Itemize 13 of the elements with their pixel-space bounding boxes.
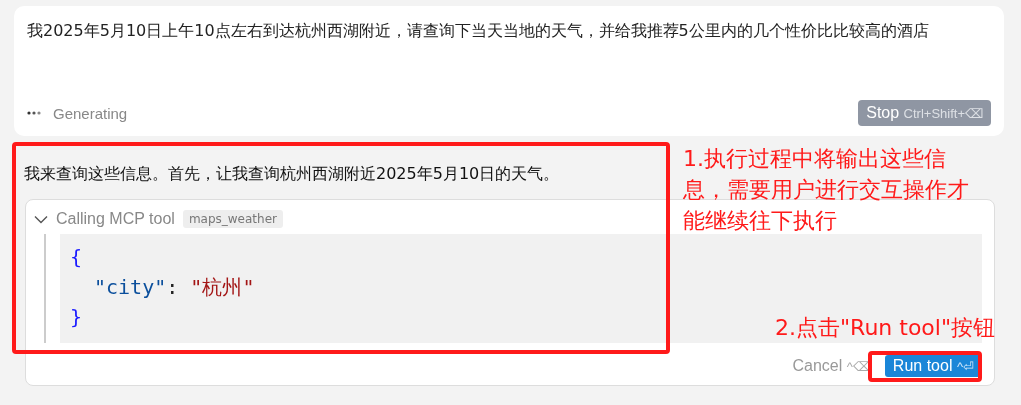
response-text: 我来查询这些信息。首先，让我查询杭州西湖附近2025年5月10日的天气。	[24, 164, 560, 185]
prompt-text: 我2025年5月10日上午10点左右到达杭州西湖附近，请查询下当天当地的天气，并给我推荐5公里内的几个性价比比较高的酒店	[27, 20, 930, 42]
code-line: }	[70, 304, 83, 331]
generating-status: Generating	[53, 104, 128, 122]
stop-button[interactable]: Stop Ctrl+Shift+⌫	[858, 100, 991, 126]
loading-dots-icon	[27, 110, 41, 116]
code-line: {	[70, 244, 83, 271]
code-line: "city": "杭州"	[93, 274, 255, 301]
tool-name-tag: maps_weather	[182, 210, 283, 228]
annotation-text: 2.点击"Run tool"按钮	[775, 314, 996, 342]
tool-call-title: Calling MCP tool	[56, 210, 175, 228]
chevron-icon[interactable]	[34, 214, 48, 224]
annotation-text: 1.执行过程中将输出这些信息，需要用户进行交互操作才能继续往下执行	[683, 145, 970, 235]
